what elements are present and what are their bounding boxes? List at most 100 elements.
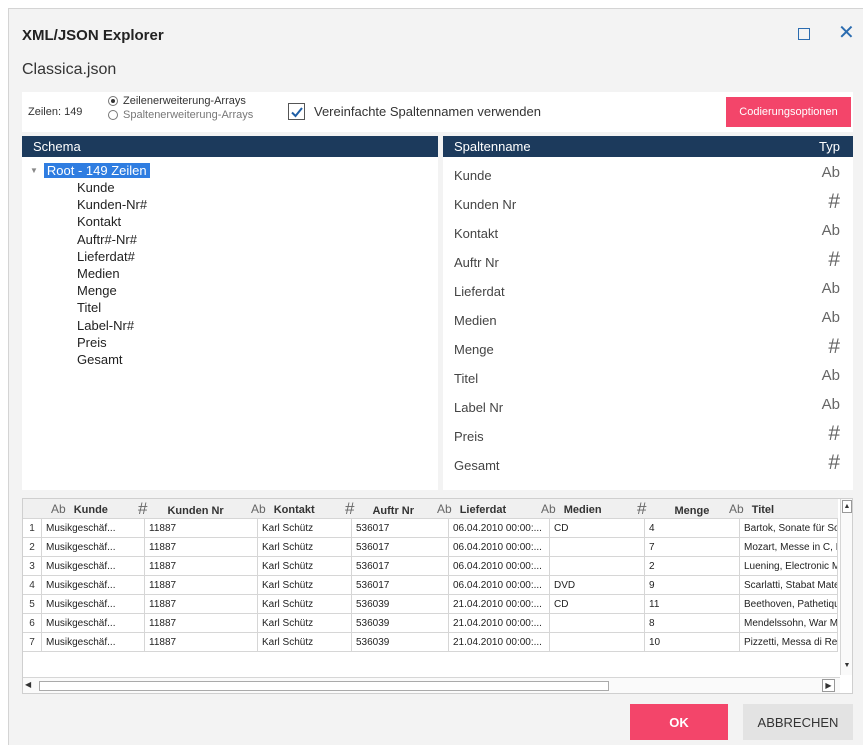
tree-node[interactable]: Medien (77, 265, 147, 282)
column-row[interactable]: Gesamt # (443, 451, 853, 480)
columns-panel: Spaltenname Typ Kunde Ab Kunden Nr # Konta… (443, 136, 853, 490)
column-row[interactable]: Titel Ab (443, 364, 853, 393)
grid-column-header[interactable]: # Menge (637, 499, 709, 519)
maximize-icon[interactable] (798, 28, 810, 40)
row-count-label: Zeilen: 149 (28, 106, 83, 118)
vertical-scrollbar[interactable]: ▲ ▼ (840, 499, 852, 675)
scroll-right-icon[interactable]: ▶ (822, 679, 835, 692)
tree-node[interactable]: Lieferdat# (77, 248, 147, 265)
horizontal-scroll-thumb[interactable] (39, 681, 609, 691)
column-row[interactable]: Kontakt Ab (443, 219, 853, 248)
table-row[interactable]: 4 Musikgeschäf... 11887 Karl Schütz 536017 06… (23, 576, 838, 595)
grid-column-header[interactable]: # Auftr Nr (345, 499, 414, 519)
cancel-button[interactable]: ABBRECHEN (743, 704, 853, 740)
tree-node[interactable]: Menge (77, 282, 147, 299)
close-icon[interactable]: ✕ (838, 21, 855, 45)
tree-node[interactable]: Titel (77, 299, 147, 316)
scroll-down-icon[interactable]: ▼ (842, 659, 852, 672)
table-cell: Karl Schütz (258, 576, 352, 595)
table-cell: 536017 (352, 557, 449, 576)
column-row[interactable]: Medien Ab (443, 306, 853, 335)
table-row[interactable]: 2 Musikgeschäf... 11887 Karl Schütz 536017 06… (23, 538, 838, 557)
table-cell (550, 614, 645, 633)
type-text-icon: Ab (821, 309, 840, 326)
type-text-icon: Ab (821, 164, 840, 181)
simplified-names-checkbox[interactable] (288, 103, 305, 120)
tree-node[interactable]: Preis (77, 334, 147, 351)
table-cell: Karl Schütz (258, 538, 352, 557)
tree-node[interactable]: Label-Nr# (77, 317, 147, 334)
ok-button[interactable]: OK (630, 704, 728, 740)
type-number-icon: # (637, 499, 647, 518)
radio-rows-expansion[interactable]: Zeilenerweiterung-Arrays (108, 95, 246, 107)
simplified-names-label: Vereinfachte Spaltennamen verwenden (314, 104, 541, 119)
row-number: 5 (23, 595, 42, 614)
column-name: Label Nr (454, 400, 504, 415)
grid-column-header[interactable]: Ab Kunde (51, 499, 108, 519)
collapse-caret-icon[interactable]: ▼ (30, 166, 38, 175)
table-cell: Musikgeschäf... (42, 595, 145, 614)
type-text-icon: Ab (541, 502, 556, 516)
column-name: Medien (454, 313, 497, 328)
table-row[interactable]: 3 Musikgeschäf... 11887 Karl Schütz 536017 06… (23, 557, 838, 576)
grid-column-header[interactable]: Ab Titel (729, 499, 774, 519)
table-cell: 11887 (145, 576, 258, 595)
column-name: Preis (454, 429, 484, 444)
type-text-icon: Ab (821, 367, 840, 384)
tree-root[interactable]: ▼ Root - 149 Zeilen (30, 163, 150, 178)
table-cell: 06.04.2010 00:00:... (449, 538, 550, 557)
grid-column-header[interactable]: Ab Medien (541, 499, 602, 519)
column-row[interactable]: Label Nr Ab (443, 393, 853, 422)
column-name: Lieferdat (454, 284, 505, 299)
column-row[interactable]: Lieferdat Ab (443, 277, 853, 306)
table-cell: 11887 (145, 538, 258, 557)
table-cell: Mozart, Messe in C, K... (740, 538, 838, 557)
type-number-icon: # (828, 190, 840, 213)
encoding-options-button[interactable]: Codierungsoptionen (726, 97, 851, 127)
table-cell: CD (550, 519, 645, 538)
horizontal-scrollbar[interactable]: ◀ ▶ (23, 677, 840, 693)
tree-node[interactable]: Kunde (77, 179, 147, 196)
table-cell: Luening, Electronic M... (740, 557, 838, 576)
type-text-icon: Ab (821, 222, 840, 239)
type-number-icon: # (828, 335, 840, 358)
row-number: 3 (23, 557, 42, 576)
table-cell: Scarlatti, Stabat Mater (740, 576, 838, 595)
table-cell: Musikgeschäf... (42, 519, 145, 538)
table-cell: CD (550, 595, 645, 614)
table-cell: 2 (645, 557, 740, 576)
scroll-up-icon[interactable]: ▲ (842, 500, 852, 513)
table-row[interactable]: 1 Musikgeschäf... 11887 Karl Schütz 536017 06… (23, 519, 838, 538)
table-cell: 9 (645, 576, 740, 595)
table-cell (550, 557, 645, 576)
tree-children: Kunde Kunden-Nr# Kontakt Auftr#-Nr# Lief… (77, 179, 147, 368)
table-row[interactable]: 7 Musikgeschäf... 11887 Karl Schütz 536039 21… (23, 633, 838, 652)
table-cell: 11887 (145, 519, 258, 538)
column-row[interactable]: Menge # (443, 335, 853, 364)
tree-node[interactable]: Gesamt (77, 351, 147, 368)
tree-node[interactable]: Kontakt (77, 213, 147, 230)
radio-columns-expansion[interactable]: Spaltenerweiterung-Arrays (108, 109, 253, 121)
table-cell: 21.04.2010 00:00:... (449, 614, 550, 633)
grid-column-header[interactable]: Ab Lieferdat (437, 499, 506, 519)
table-cell: 06.04.2010 00:00:... (449, 576, 550, 595)
grid-column-header[interactable]: # Kunden Nr (138, 499, 224, 519)
schema-panel: Schema ▼ Root - 149 Zeilen Kunde Kunden-… (22, 136, 438, 490)
table-row[interactable]: 5 Musikgeschäf... 11887 Karl Schütz 536039 21… (23, 595, 838, 614)
column-row[interactable]: Kunde Ab (443, 161, 853, 190)
column-row[interactable]: Kunden Nr # (443, 190, 853, 219)
tree-node[interactable]: Kunden-Nr# (77, 196, 147, 213)
scroll-left-icon[interactable]: ◀ (25, 680, 31, 689)
table-cell: 11887 (145, 633, 258, 652)
column-row[interactable]: Preis # (443, 422, 853, 451)
table-row[interactable]: 6 Musikgeschäf... 11887 Karl Schütz 536039 21… (23, 614, 838, 633)
row-number: 2 (23, 538, 42, 557)
table-cell: 21.04.2010 00:00:... (449, 633, 550, 652)
type-text-icon: Ab (437, 502, 452, 516)
column-row[interactable]: Auftr Nr # (443, 248, 853, 277)
grid-column-header[interactable]: Ab Kontakt (251, 499, 315, 519)
column-name: Kontakt (454, 226, 499, 241)
tree-node[interactable]: Auftr#-Nr# (77, 231, 147, 248)
column-name: Kunden Nr (454, 197, 517, 212)
data-preview-grid: Ab Kunde # Kunden Nr Ab Kontakt # Auftr Nr A… (22, 498, 853, 694)
